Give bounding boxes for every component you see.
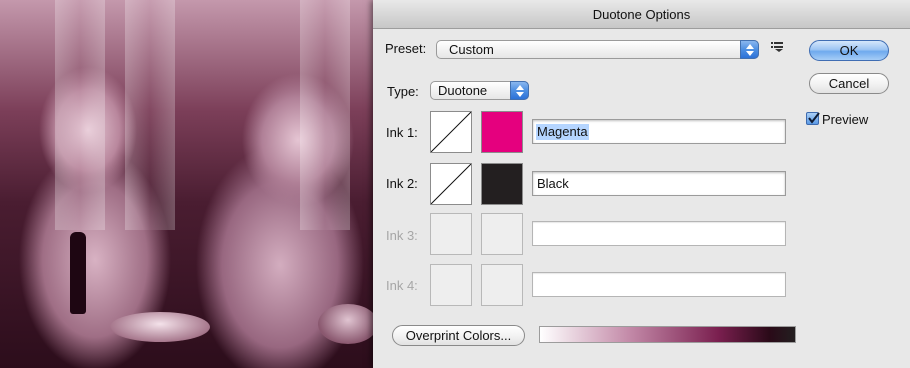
up-down-arrows-icon [740,40,759,59]
ink4-name-field [532,272,786,297]
preset-value: Custom [449,42,494,57]
curtain-center [125,0,175,230]
ink3-name-field [532,221,786,246]
dialog-title: Duotone Options [592,7,691,22]
list-menu-icon[interactable] [771,42,783,52]
ink4-color-swatch [481,264,523,306]
preset-select[interactable]: Custom [436,40,759,59]
type-value: Duotone [438,83,488,98]
ink2-color-swatch[interactable] [481,163,523,205]
ink2-name-value: Black [537,176,569,191]
checkmark-icon [808,112,820,124]
title-bar[interactable]: Duotone Options [373,0,910,29]
ink3-curve-button [430,213,472,255]
diagonal-curve-icon [430,111,472,153]
bowl [110,312,210,342]
type-label: Type: [387,84,419,99]
bottle [70,232,86,314]
ink1-curve-button[interactable] [430,111,472,153]
ink2-label: Ink 2: [386,176,418,191]
ink4-label: Ink 4: [386,278,418,293]
diagonal-curve-icon [430,163,472,205]
curtain-right [300,0,350,230]
overprint-colors-button[interactable]: Overprint Colors... [392,325,525,346]
ink1-name-field[interactable]: Magenta [532,119,786,144]
ok-button[interactable]: OK [809,40,889,61]
background-photo [0,0,378,368]
up-down-arrows-icon [510,81,529,100]
ink3-color-swatch [481,213,523,255]
preview-checkbox[interactable] [806,112,820,125]
curtain-left [55,0,105,230]
preview-label: Preview [822,112,869,127]
preset-label: Preset: [385,41,427,56]
ink4-curve-button [430,264,472,306]
ink2-name-field[interactable]: Black [532,171,786,196]
ink1-name-value: Magenta [536,124,589,140]
duotone-options-dialog: Duotone Options Preset: Custom Type: Duo… [373,0,910,368]
ink1-color-swatch[interactable] [481,111,523,153]
duotone-gradient-bar [539,326,796,343]
bowl-right [318,304,378,344]
ink1-label: Ink 1: [386,125,418,140]
ink3-label: Ink 3: [386,228,418,243]
cancel-button[interactable]: Cancel [809,73,889,94]
ink2-curve-button[interactable] [430,163,472,205]
type-select[interactable]: Duotone [430,81,529,100]
